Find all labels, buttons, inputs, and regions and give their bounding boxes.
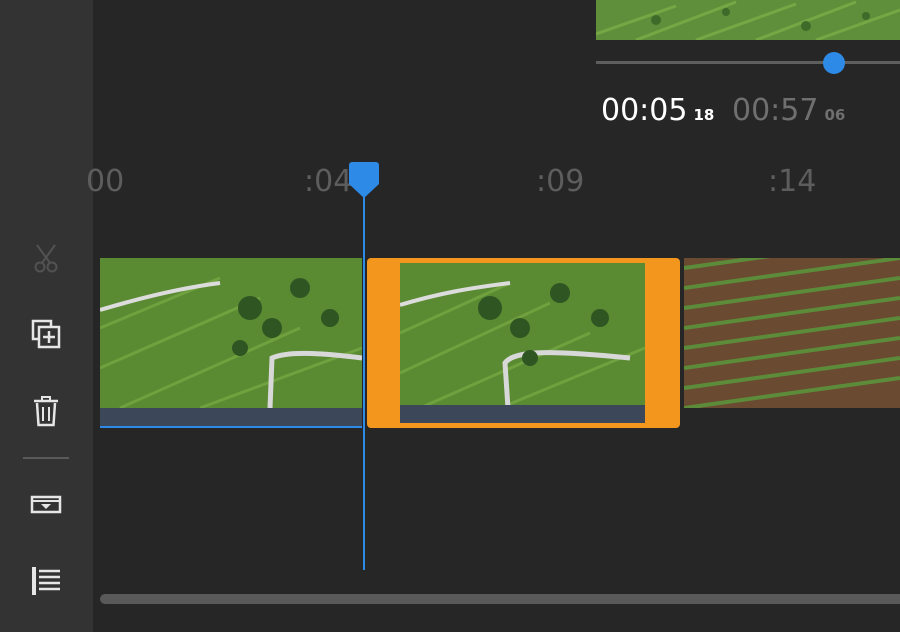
align-left-icon — [28, 563, 64, 599]
clip-thumbnail — [684, 258, 900, 408]
trash-icon — [28, 393, 64, 429]
preview-scrubber-knob[interactable] — [823, 52, 845, 74]
current-timecode: 00:05 18 — [601, 96, 714, 126]
timeline-horizontal-scrollbar[interactable] — [100, 594, 900, 604]
current-frames: 18 — [693, 106, 715, 124]
total-frames: 06 — [824, 106, 846, 124]
clip-thumbnail — [400, 263, 645, 423]
timeline-clip[interactable] — [100, 258, 362, 428]
timeline-toolbar — [0, 0, 93, 632]
delete-button[interactable] — [26, 391, 66, 431]
clip-audio-strip — [100, 408, 362, 428]
total-duration: 00:57 06 — [732, 96, 845, 126]
split-button[interactable] — [26, 238, 66, 278]
duplicate-icon — [28, 316, 64, 352]
toolbar-divider — [23, 457, 69, 459]
video-preview — [596, 0, 900, 40]
playhead-handle[interactable] — [349, 162, 379, 202]
playhead-line — [363, 188, 365, 570]
insert-track-icon — [28, 486, 64, 522]
ruler-label: :04 — [304, 164, 353, 199]
insert-track-button[interactable] — [26, 484, 66, 524]
align-button[interactable] — [26, 561, 66, 601]
clip-audio-strip — [400, 405, 645, 423]
scissors-icon — [28, 240, 64, 276]
preview-scrubber-track[interactable] — [596, 61, 900, 64]
ruler-label: :09 — [536, 164, 585, 199]
current-time: 00:05 — [601, 93, 688, 128]
ruler-label: 00 — [86, 164, 125, 199]
clip-thumbnail — [100, 258, 362, 410]
timeline-clip-selected[interactable] — [367, 258, 680, 428]
timeline-clip[interactable] — [684, 258, 900, 408]
ruler-label: :14 — [768, 164, 817, 199]
duplicate-button[interactable] — [26, 314, 66, 354]
total-time: 00:57 — [732, 93, 819, 128]
